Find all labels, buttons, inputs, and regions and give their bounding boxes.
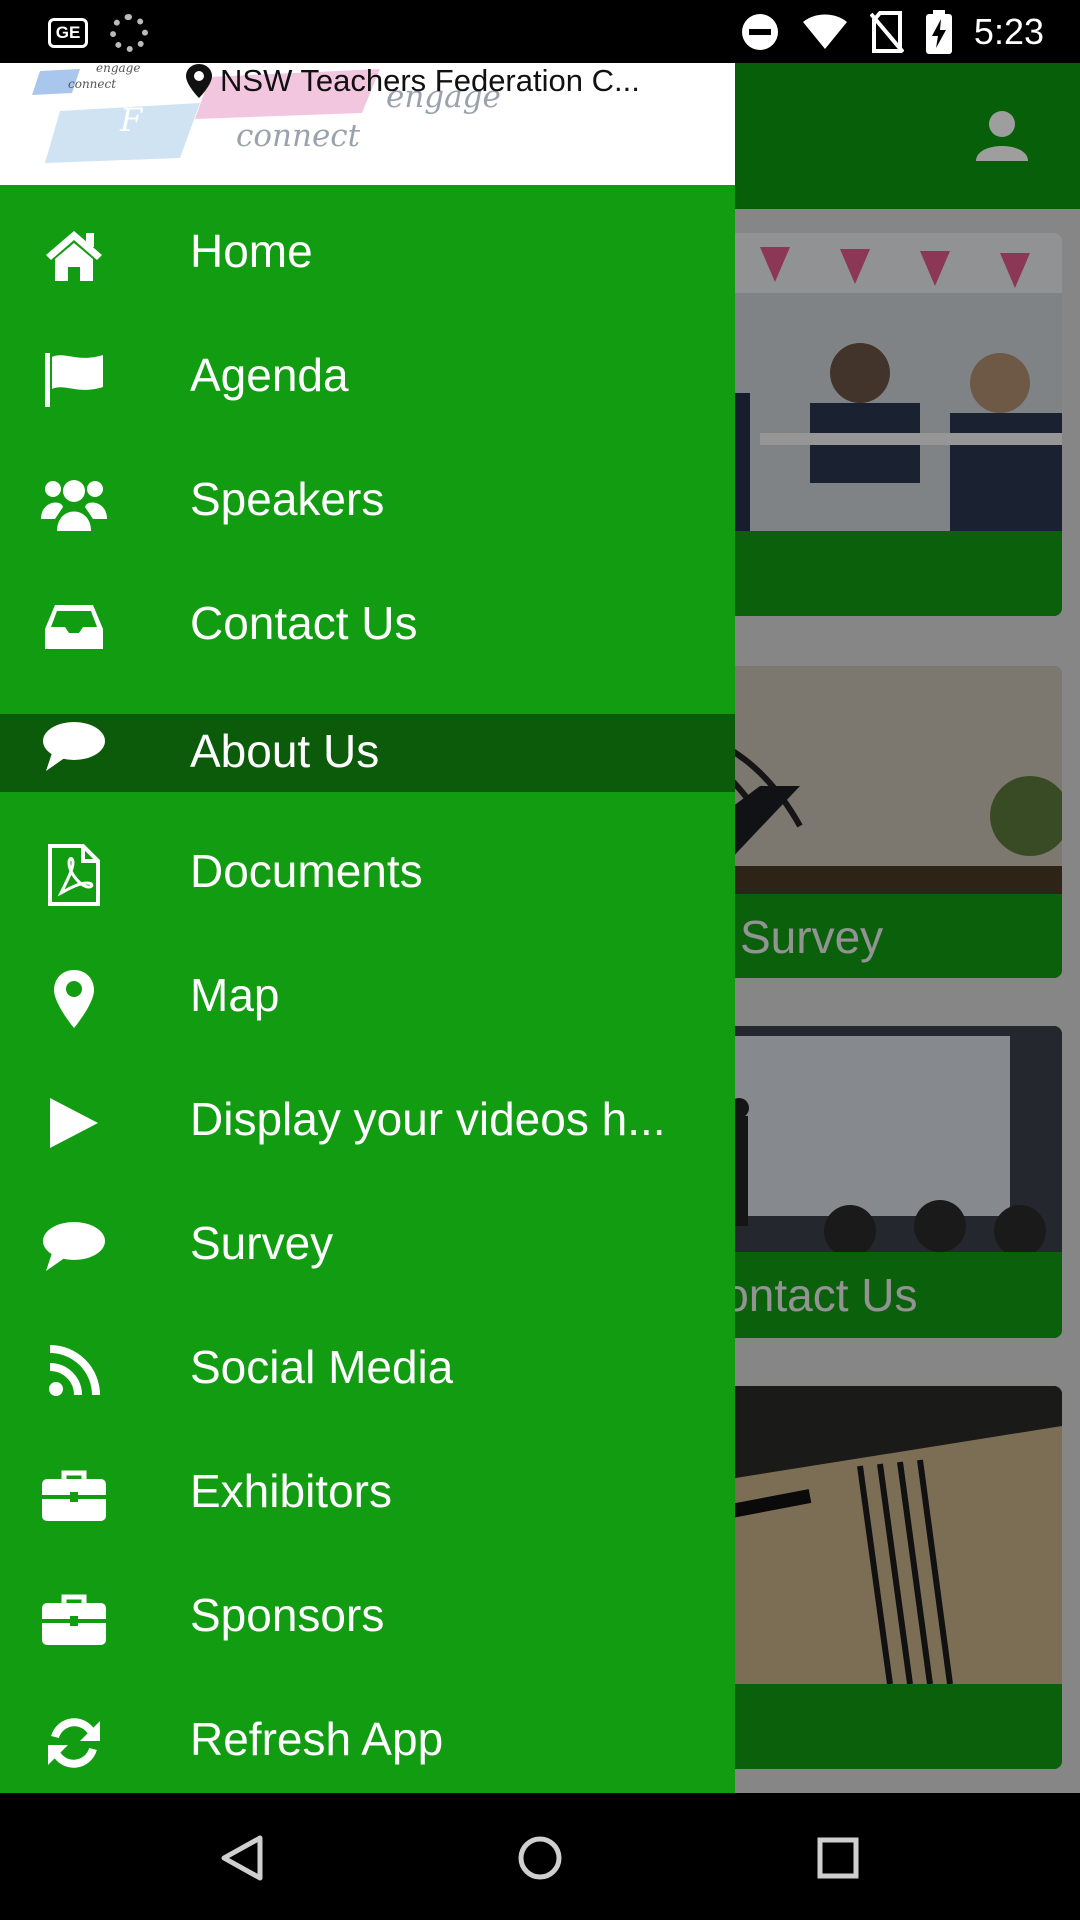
menu-item-label: Agenda [190,349,349,401]
wifi-icon [802,14,847,49]
logo-word-connect: connect [236,118,361,154]
inbox-icon [40,593,108,661]
users-icon [40,469,108,537]
menu-item-refresh-app[interactable]: Refresh App [0,1675,735,1793]
menu-item-label: Map [190,969,280,1021]
menu-item-label: Exhibitors [190,1465,392,1517]
logo-word-small-connect: connect [68,77,117,91]
rss-icon [40,1337,108,1405]
menu-item-home[interactable]: Home [0,187,735,311]
menu-item-social-media[interactable]: Social Media [0,1303,735,1427]
refresh-icon [40,1709,108,1777]
menu-item-agenda[interactable]: Agenda [0,311,735,435]
status-bar: GE 5:23 [0,0,1080,63]
system-nav-bar [0,1793,1080,1920]
menu-item-about-us[interactable]: About Us [0,683,735,807]
briefcase-icon [40,1461,108,1529]
comment-icon [40,1213,108,1281]
menu-item-label: About Us [190,725,380,777]
menu-item-contact-us[interactable]: Contact Us [0,559,735,683]
home-icon [40,221,108,289]
menu-item-map[interactable]: Map [0,931,735,1055]
briefcase-icon [40,1585,108,1653]
no-sim-icon [869,11,904,53]
home-circle-icon[interactable] [508,1826,572,1890]
venue-name: NSW Teachers Federation C... [220,63,640,98]
logo-word-small-engage: engage [96,63,141,75]
status-time: 5:23 [973,11,1044,52]
drawer-header: F engage connect engage connect NSW Teac… [0,63,735,185]
menu-item-label: Speakers [190,473,385,525]
loading-spinner-icon [110,14,148,52]
menu-item-label: Social Media [190,1341,454,1393]
back-icon[interactable] [210,1826,274,1890]
menu-item-sponsors[interactable]: Sponsors [0,1551,735,1675]
navigation-drawer: F engage connect engage connect NSW Teac… [0,63,735,1793]
menu-item-label: Documents [190,845,423,897]
menu-item-documents[interactable]: Documents [0,807,735,931]
menu-item-label: Refresh App [190,1713,444,1765]
logo-letter: F [119,101,144,139]
flag-icon [40,345,108,413]
menu-item-speakers[interactable]: Speakers [0,435,735,559]
menu-item-survey[interactable]: Survey [0,1179,735,1303]
menu-item-label: Display your videos h... [190,1093,666,1145]
drawer-menu: Home Agenda Speakers Contact Us About Us… [0,187,735,1793]
menu-item-exhibitors[interactable]: Exhibitors [0,1427,735,1551]
menu-item-label: Sponsors [190,1589,385,1641]
recents-square-icon[interactable] [806,1826,870,1890]
map-marker-icon [40,965,108,1033]
menu-item-label: Contact Us [190,597,418,649]
play-icon [40,1089,108,1157]
pdf-file-icon [40,841,108,909]
location-pin-icon [186,64,212,98]
battery-charging-icon [925,10,952,54]
menu-item-videos[interactable]: Display your videos h... [0,1055,735,1179]
venue-row: NSW Teachers Federation C... [186,63,640,99]
menu-item-label: Home [190,225,313,277]
comment-icon [40,713,108,781]
do-not-disturb-icon [741,14,778,50]
ge-badge-icon: GE [48,18,88,48]
menu-item-label: Survey [190,1217,334,1269]
